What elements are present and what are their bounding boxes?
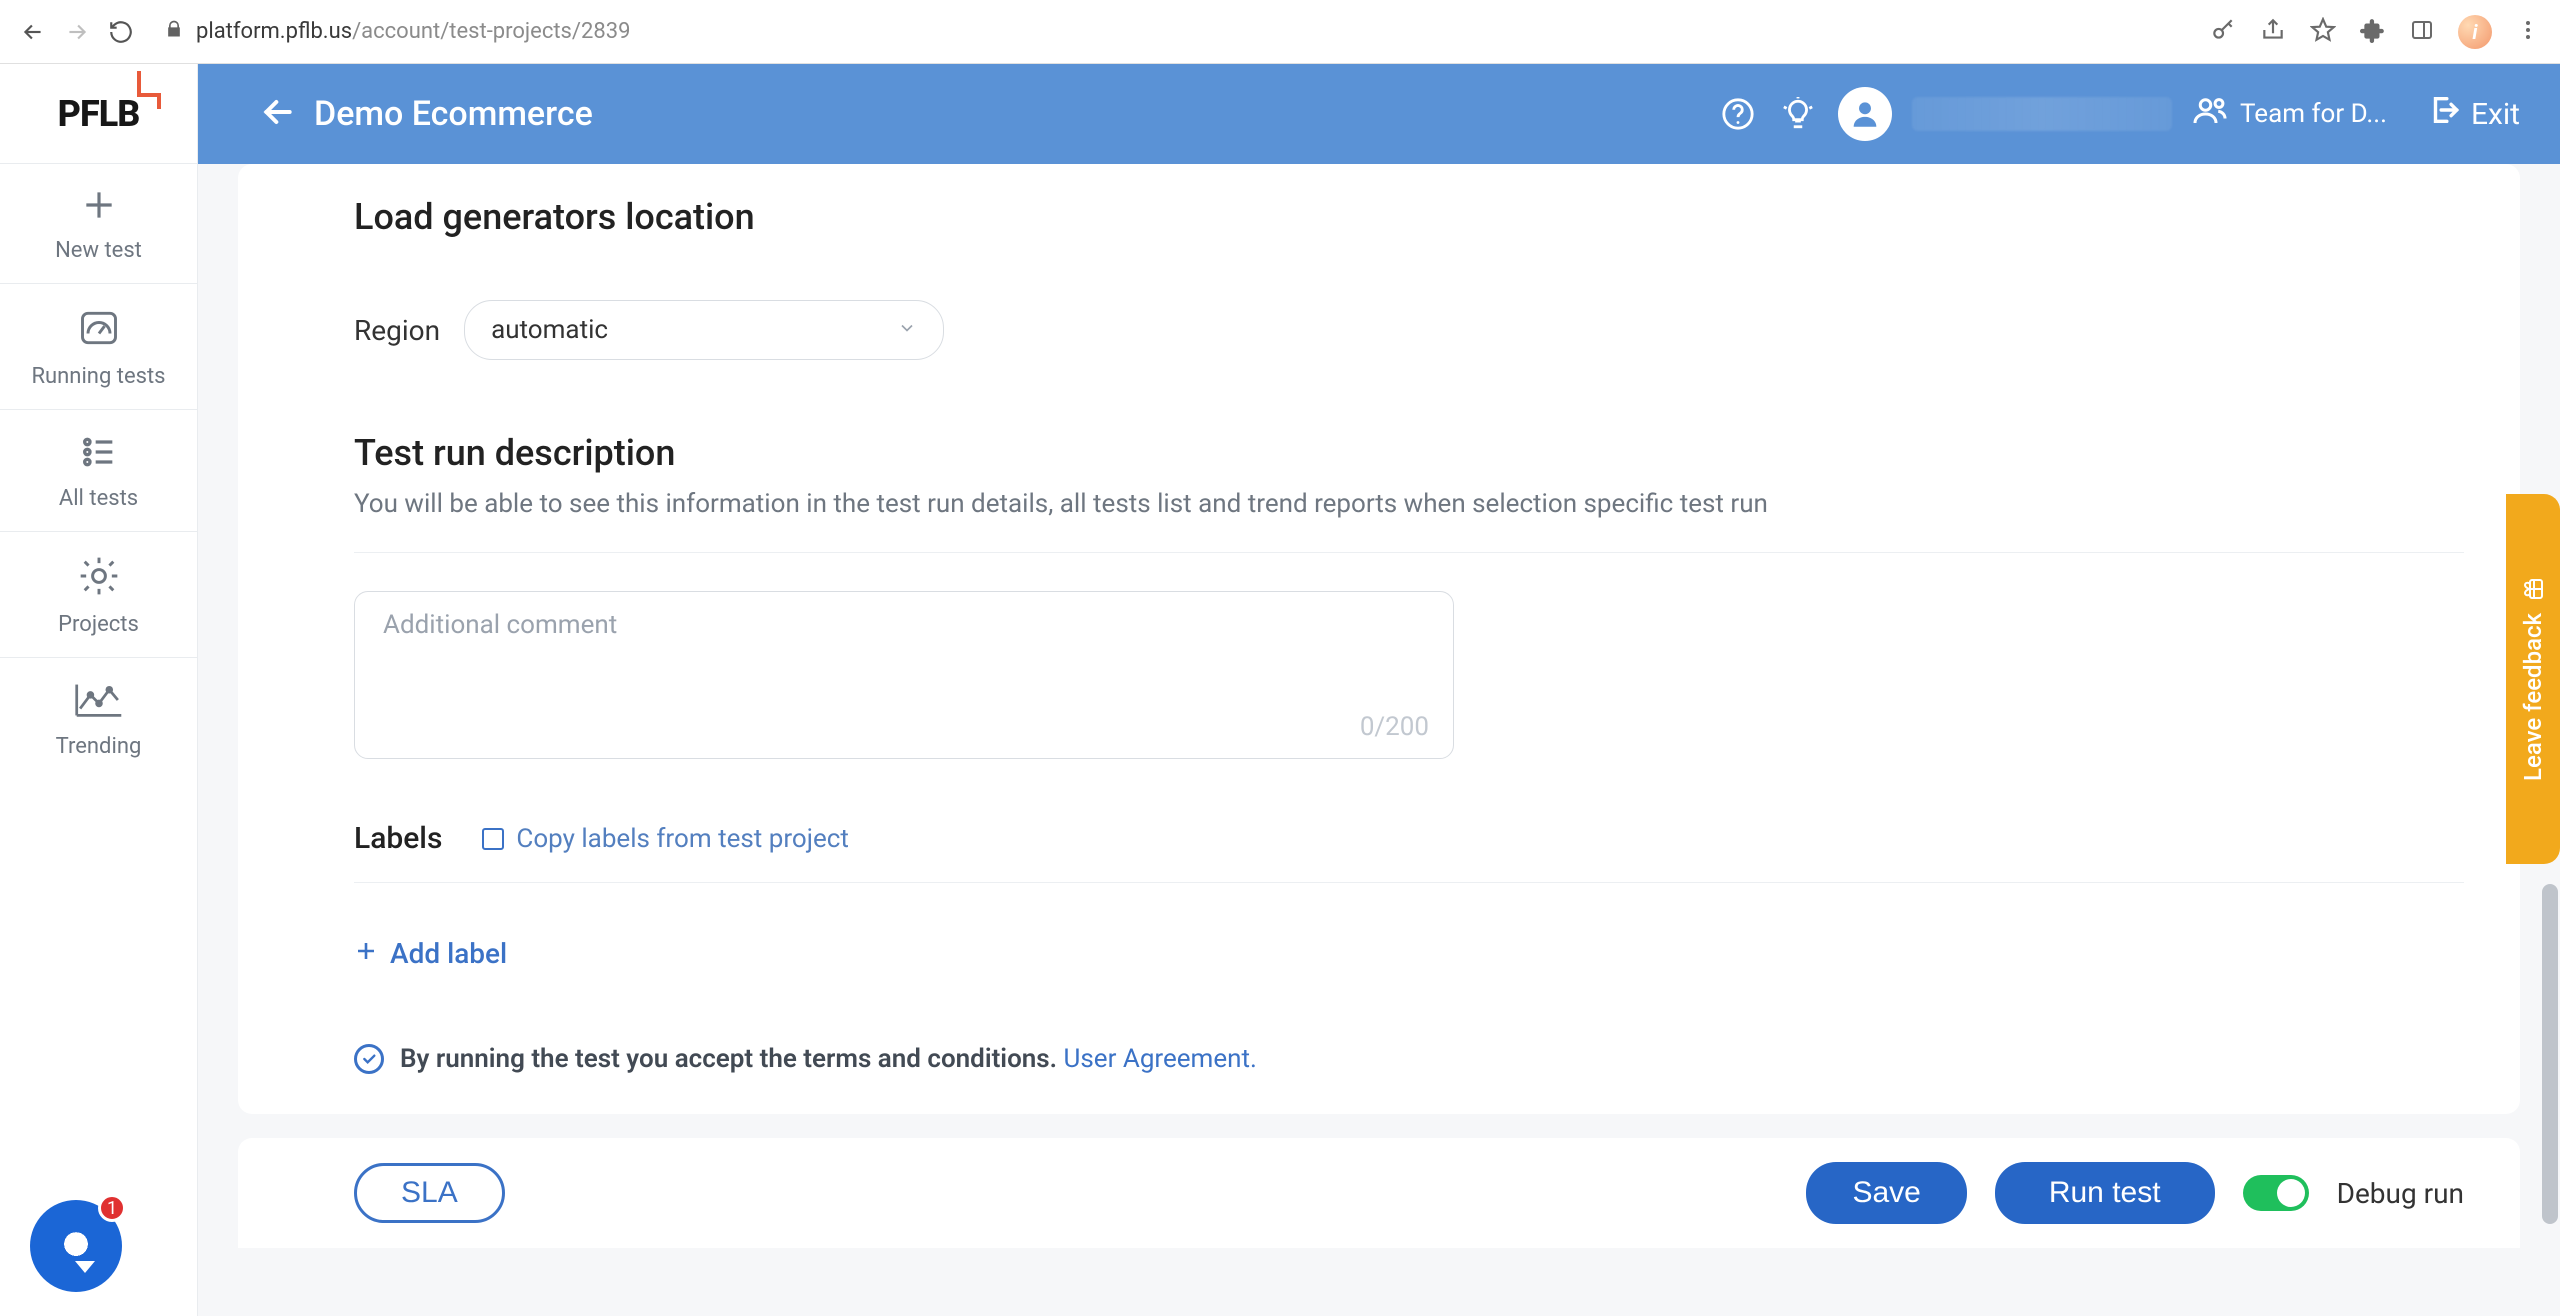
- run-desc-title: Test run description: [354, 432, 2464, 474]
- sidebar-item-trending[interactable]: Trending: [0, 658, 197, 779]
- address-url: platform.pflb.us/account/test-projects/2…: [196, 19, 630, 44]
- sidebar-item-running-tests[interactable]: Running tests: [0, 284, 197, 410]
- sidebar-item-label: All tests: [59, 486, 138, 511]
- description-block: Test run description You will be able to…: [354, 432, 2464, 522]
- list-icon: [77, 432, 121, 478]
- labels-row: Labels Copy labels from test project: [354, 821, 2464, 856]
- arrow-left-icon: [258, 92, 298, 136]
- divider: [354, 882, 2464, 883]
- more-icon[interactable]: [2516, 18, 2540, 46]
- gift-icon: [2521, 575, 2545, 603]
- terms-text: By running the test you accept the terms…: [400, 1044, 1257, 1074]
- star-icon[interactable]: [2310, 17, 2336, 47]
- save-button[interactable]: Save: [1806, 1162, 1966, 1224]
- run-desc-sub: You will be able to see this information…: [354, 486, 2464, 522]
- exit-button[interactable]: Exit: [2427, 93, 2520, 135]
- sidebar-item-label: Trending: [56, 734, 142, 759]
- generators-title: Load generators location: [354, 196, 2464, 238]
- add-label-button[interactable]: Add label: [354, 937, 2464, 970]
- terms-check-icon[interactable]: [354, 1044, 384, 1074]
- region-row: Region automatic: [354, 300, 2464, 360]
- exit-icon: [2427, 93, 2461, 135]
- nav-arrows: [20, 19, 134, 45]
- labels-title: Labels: [354, 821, 442, 856]
- feedback-button[interactable]: Leave feedback: [2506, 494, 2560, 864]
- user-avatar[interactable]: [1838, 87, 1892, 141]
- scrollbar-thumb[interactable]: [2542, 884, 2558, 1224]
- tips-icon[interactable]: [1778, 94, 1818, 134]
- sidebar-item-projects[interactable]: Projects: [0, 532, 197, 658]
- sidebar-item-label: Running tests: [31, 364, 165, 389]
- logo-accent-icon: [137, 71, 171, 109]
- chat-widget[interactable]: 1: [30, 1200, 122, 1292]
- plus-icon: [80, 186, 118, 230]
- panel-icon[interactable]: [2410, 18, 2434, 46]
- content-wrap: Demo Ecommerce Team for D...: [198, 64, 2560, 1316]
- region-label: Region: [354, 314, 440, 347]
- region-value: automatic: [491, 315, 608, 345]
- team-selector[interactable]: Team for D...: [2192, 93, 2387, 136]
- user-agreement-link[interactable]: User Agreement.: [1064, 1044, 1257, 1074]
- comment-placeholder: Additional comment: [383, 610, 617, 640]
- add-label-text: Add label: [390, 937, 507, 970]
- chevron-down-icon: [897, 315, 917, 345]
- trend-icon: [75, 680, 123, 726]
- url-host: platform.pflb.us: [196, 19, 352, 44]
- sidebar-item-new-test[interactable]: New test: [0, 164, 197, 284]
- sidebar-item-label: New test: [55, 238, 142, 263]
- team-icon: [2192, 93, 2228, 136]
- extensions-icon[interactable]: [2360, 17, 2386, 47]
- team-name: Team for D...: [2240, 99, 2387, 129]
- profile-avatar[interactable]: i: [2458, 15, 2492, 49]
- settings-card: Load generators location Region automati…: [238, 164, 2520, 1114]
- share-icon[interactable]: [2260, 17, 2286, 47]
- chat-badge: 1: [98, 1194, 126, 1222]
- address-bar[interactable]: platform.pflb.us/account/test-projects/2…: [156, 19, 2188, 45]
- chat-icon: [57, 1227, 95, 1265]
- app-logo[interactable]: PFLB: [0, 64, 197, 164]
- copy-labels-checkbox[interactable]: Copy labels from test project: [482, 824, 848, 854]
- back-icon[interactable]: [20, 19, 46, 45]
- debug-label: Debug run: [2337, 1177, 2464, 1210]
- topbar: Demo Ecommerce Team for D...: [198, 64, 2560, 164]
- char-count: 0/200: [1360, 712, 1429, 742]
- exit-label: Exit: [2471, 97, 2520, 132]
- comment-input[interactable]: Additional comment 0/200: [354, 591, 1454, 759]
- sidebar-item-label: Projects: [58, 612, 139, 637]
- help-icon[interactable]: [1718, 94, 1758, 134]
- copy-labels-label: Copy labels from test project: [516, 824, 848, 854]
- sla-button[interactable]: SLA: [354, 1163, 505, 1223]
- divider: [354, 552, 2464, 553]
- gauge-icon: [77, 306, 121, 356]
- debug-toggle[interactable]: [2243, 1175, 2309, 1211]
- sidebar: PFLB New test Running tests All tests: [0, 64, 198, 1316]
- topbar-actions: Team for D... Exit: [1718, 87, 2520, 141]
- browser-chrome: platform.pflb.us/account/test-projects/2…: [0, 0, 2560, 64]
- reload-icon[interactable]: [108, 19, 134, 45]
- lock-icon: [164, 19, 184, 45]
- gear-icon: [77, 554, 121, 604]
- project-title: Demo Ecommerce: [314, 94, 593, 134]
- user-name-redacted: [1912, 97, 2172, 131]
- checkbox-icon: [482, 828, 504, 850]
- logo-text: PFLB: [58, 93, 140, 135]
- terms-row: By running the test you accept the terms…: [354, 1044, 2464, 1074]
- chrome-icons: i: [2210, 15, 2540, 49]
- forward-icon[interactable]: [64, 19, 90, 45]
- app-area: PFLB New test Running tests All tests: [0, 64, 2560, 1316]
- main-content: Load generators location Region automati…: [198, 164, 2560, 1316]
- url-path: /account/test-projects/2839: [352, 19, 630, 44]
- key-icon[interactable]: [2210, 17, 2236, 47]
- sidebar-item-all-tests[interactable]: All tests: [0, 410, 197, 532]
- terms-text-bold: By running the test you accept the terms…: [400, 1044, 1064, 1074]
- region-select[interactable]: automatic: [464, 300, 944, 360]
- plus-icon: [354, 937, 378, 970]
- run-test-button[interactable]: Run test: [1995, 1162, 2215, 1224]
- feedback-label: Leave feedback: [2519, 613, 2547, 781]
- bottom-bar: SLA Save Run test Debug run: [238, 1138, 2520, 1248]
- back-to-project[interactable]: Demo Ecommerce: [258, 92, 593, 136]
